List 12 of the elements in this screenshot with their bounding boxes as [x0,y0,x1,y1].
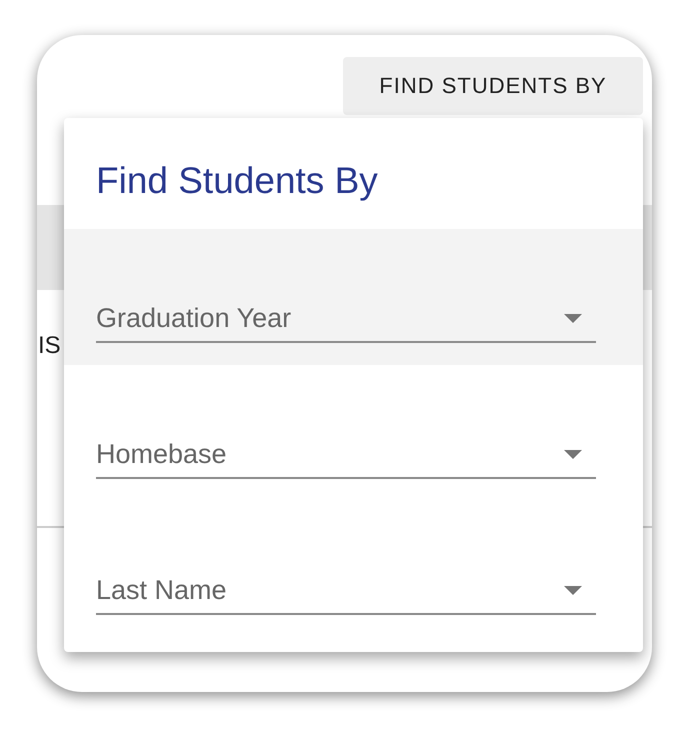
menu-title: Find Students By [95,159,379,203]
select-field[interactable]: Homebase [96,431,596,479]
find-students-button[interactable]: FIND STUDENTS BY [343,57,643,115]
caret-icon [564,450,582,458]
menu-item[interactable]: Graduation Year [64,229,643,365]
menu-item[interactable]: Last Name [64,501,643,637]
caret-icon [564,314,582,322]
table-text: IS [38,332,62,360]
menu-item[interactable]: Homebase [64,365,643,501]
select-field[interactable]: Last Name [96,567,596,615]
caret-icon [564,586,582,594]
select-field[interactable]: Graduation Year [96,295,596,343]
